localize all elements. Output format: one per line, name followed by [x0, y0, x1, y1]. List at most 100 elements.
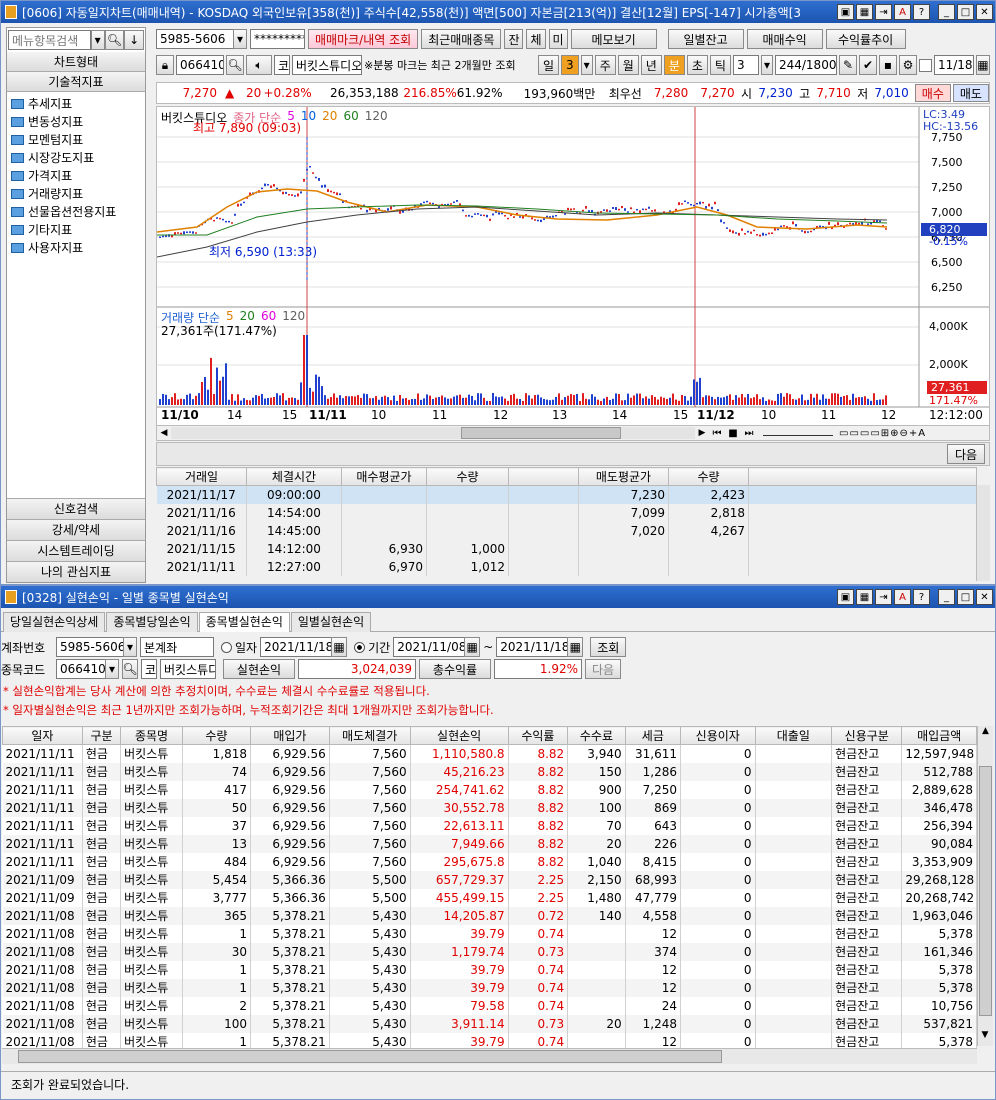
tab-daily-realized[interactable]: 일별실현손익 — [290, 612, 372, 632]
single-date-input[interactable]: 2021/11/18 — [260, 637, 333, 657]
tree-item[interactable]: 기타지표 — [11, 221, 141, 239]
col-header[interactable]: 매도평균가 — [578, 467, 669, 486]
pl-horizontal-scrollbar[interactable] — [2, 1048, 977, 1064]
price-volume-chart[interactable] — [157, 107, 989, 440]
col-header[interactable]: 매수평균가 — [341, 467, 427, 486]
h-scroll-thumb[interactable] — [18, 1050, 722, 1063]
date-checkbox[interactable] — [918, 58, 932, 72]
link-icon[interactable]: ▣ — [837, 589, 854, 605]
stock-code-input[interactable]: 066410 — [176, 55, 224, 75]
table-row[interactable]: 2021/11/08 현금 버킷스튜 100 5,378.21 5,430 3,911.14… — [2, 1014, 977, 1033]
menu-search-input[interactable]: 메뉴항목검색 — [8, 30, 91, 50]
tab-today-detail[interactable]: 당일실현손익상세 — [3, 612, 106, 632]
search-icon[interactable]: 🔍︎ — [104, 30, 125, 50]
period-second[interactable]: 초 — [686, 55, 708, 75]
table-row[interactable]: 2021/11/08 현금 버킷스튜 365 5,378.21 5,430 14,205.8… — [2, 906, 977, 925]
table-row[interactable]: 2021/11/11 현금 버킷스튜 50 6,929.56 7,560 30,552.78… — [2, 798, 977, 817]
chart-scrollbar[interactable] — [171, 427, 695, 439]
split-icon[interactable]: ▦ — [856, 589, 873, 605]
tab-strength[interactable]: 강세/약세 — [7, 519, 145, 540]
table-row[interactable]: 2021/11/08 현금 버킷스튜 2 5,378.21 5,430 79.58 0.74 2… — [2, 996, 977, 1015]
minimize-button[interactable]: _ — [938, 589, 955, 605]
radio-date[interactable] — [221, 641, 232, 653]
tree-item[interactable]: 거래량지표 — [11, 185, 141, 203]
menu-dropdown-icon[interactable]: ▾ — [90, 30, 105, 50]
period-tick[interactable]: 틱 — [709, 55, 731, 75]
query-button[interactable]: 조회 — [590, 637, 627, 657]
col-header[interactable]: 수량 — [181, 726, 252, 745]
col-header[interactable]: 일자 — [2, 726, 83, 745]
col-header[interactable]: 수량 — [668, 467, 749, 486]
data-count-input[interactable]: 244/1800 — [774, 55, 837, 75]
table-row[interactable]: 2021/11/16 14:54:00 7,099 2,818 — [156, 503, 977, 522]
col-header[interactable]: 매입금액 — [901, 726, 977, 745]
period-dropdown-icon[interactable]: ▾ — [580, 55, 593, 75]
trade-mark-query-button[interactable]: 매매마크/내역 조회 — [308, 29, 419, 49]
maximize-button[interactable]: □ — [957, 4, 974, 20]
col-header[interactable]: 종목명 — [120, 726, 183, 745]
close-button[interactable]: ✕ — [976, 589, 993, 605]
period-count[interactable]: 3 — [561, 55, 579, 75]
col-header[interactable]: 체결시간 — [246, 467, 342, 486]
pl-next-button[interactable]: 다음 — [585, 659, 621, 679]
table-row[interactable]: 2021/11/11 현금 버킷스튜 13 6,929.56 7,560 7,949.66 8… — [2, 834, 977, 853]
col-header[interactable]: 신용구분 — [831, 726, 903, 745]
period-year[interactable]: 년 — [640, 55, 662, 75]
scroll-thumb[interactable] — [461, 427, 621, 439]
col-header[interactable]: 매도체결가 — [328, 726, 411, 745]
table-row[interactable]: 2021/11/16 14:45:00 7,020 4,267 — [156, 521, 977, 540]
tree-item[interactable]: 가격지표 — [11, 167, 141, 185]
arrow-down-icon[interactable]: ↓ — [124, 30, 144, 50]
tree-item[interactable]: 추세지표 — [11, 95, 141, 113]
font-icon[interactable]: A — [894, 589, 911, 605]
table-row[interactable]: 2021/11/08 현금 버킷스튜 30 5,378.21 5,430 1,179.74 0… — [2, 942, 977, 961]
nav-last-icon[interactable]: ⏭ — [741, 428, 757, 439]
col-header[interactable]: 실현손익 — [409, 726, 509, 745]
minimize-button[interactable]: _ — [938, 4, 955, 20]
sell-button[interactable]: 매도 — [952, 84, 989, 102]
col-header[interactable]: 신용이자 — [680, 726, 756, 745]
date-picker-icon[interactable]: ▦ — [975, 55, 990, 75]
unfilled-button[interactable]: 미 — [548, 29, 568, 49]
pl-code-input[interactable]: 066410 — [56, 659, 106, 679]
calendar-icon[interactable]: ▦ — [567, 637, 584, 657]
executed-button[interactable]: 체 — [526, 29, 546, 49]
pin-icon[interactable]: ⇥ — [875, 589, 892, 605]
chart-area[interactable]: 버킷스튜디오 종가 단순 5 10 20 60 120 최고 7,890 (09… — [156, 106, 990, 441]
col-header[interactable]: 대출일 — [754, 726, 833, 745]
table-row[interactable]: 2021/11/11 12:27:00 6,970 1,012 — [156, 557, 977, 576]
recent-trades-button[interactable]: 최근매매종목 — [421, 29, 502, 49]
scroll-thumb[interactable] — [979, 766, 992, 1016]
table-row[interactable]: 2021/11/11 현금 버킷스튜 37 6,929.56 7,560 22,613.11… — [2, 816, 977, 835]
scroll-up-arrow[interactable]: ▲ — [978, 726, 993, 742]
period-minute[interactable]: 분 — [663, 55, 685, 75]
scroll-right-arrow[interactable]: ▶ — [695, 428, 709, 438]
tree-item[interactable]: 시장강도지표 — [11, 149, 141, 167]
table-row[interactable]: 2021/11/08 현금 버킷스튜 1 5,378.21 5,430 39.79 0.74 1… — [2, 960, 977, 979]
nav-stop-icon[interactable]: ■ — [725, 428, 741, 439]
table-row[interactable]: 2021/11/08 현금 버킷스튜 1 5,378.21 5,430 39.79 0.74 1… — [2, 978, 977, 997]
account-select[interactable]: 5985-5606 — [156, 29, 234, 49]
table-row[interactable]: 2021/11/09 현금 버킷스튜 5,454 5,366.36 5,500 657,72… — [2, 870, 977, 889]
settings-icon[interactable]: ⚙ — [898, 55, 917, 75]
profit-rate-trend-button[interactable]: 수익률추이 — [825, 29, 906, 49]
memo-button[interactable]: 메모보기 — [570, 29, 657, 49]
close-button[interactable]: ✕ — [976, 4, 993, 20]
date-input[interactable]: 11/18 — [933, 55, 974, 75]
from-date-input[interactable]: 2021/11/08 — [393, 637, 466, 657]
trade-table-scrollbar[interactable] — [976, 485, 990, 581]
drawing-tools-icon[interactable]: ▭▭▭▭⊞⊕⊖+A — [839, 428, 989, 439]
tab-stock-realized[interactable]: 종목별실현손익 — [198, 612, 290, 632]
trade-profit-button[interactable]: 매매수익 — [746, 29, 823, 49]
tab-system-trading[interactable]: 시스템트레이딩 — [7, 540, 145, 561]
account-dropdown-icon[interactable]: ▾ — [233, 29, 247, 49]
interval-select[interactable]: 3 — [732, 55, 759, 75]
col-header[interactable]: 매입가 — [250, 726, 330, 745]
speaker-icon[interactable]: 🔈︎ — [246, 55, 272, 75]
password-field[interactable]: ********* — [250, 29, 305, 49]
tab-chart-type[interactable]: 차트형태 — [7, 52, 145, 72]
tool-icon[interactable]: ✎ — [838, 55, 857, 75]
to-date-input[interactable]: 2021/11/18 — [496, 637, 569, 657]
balance-button[interactable]: 잔 — [504, 29, 524, 49]
pin-icon[interactable]: ⇥ — [875, 4, 892, 20]
